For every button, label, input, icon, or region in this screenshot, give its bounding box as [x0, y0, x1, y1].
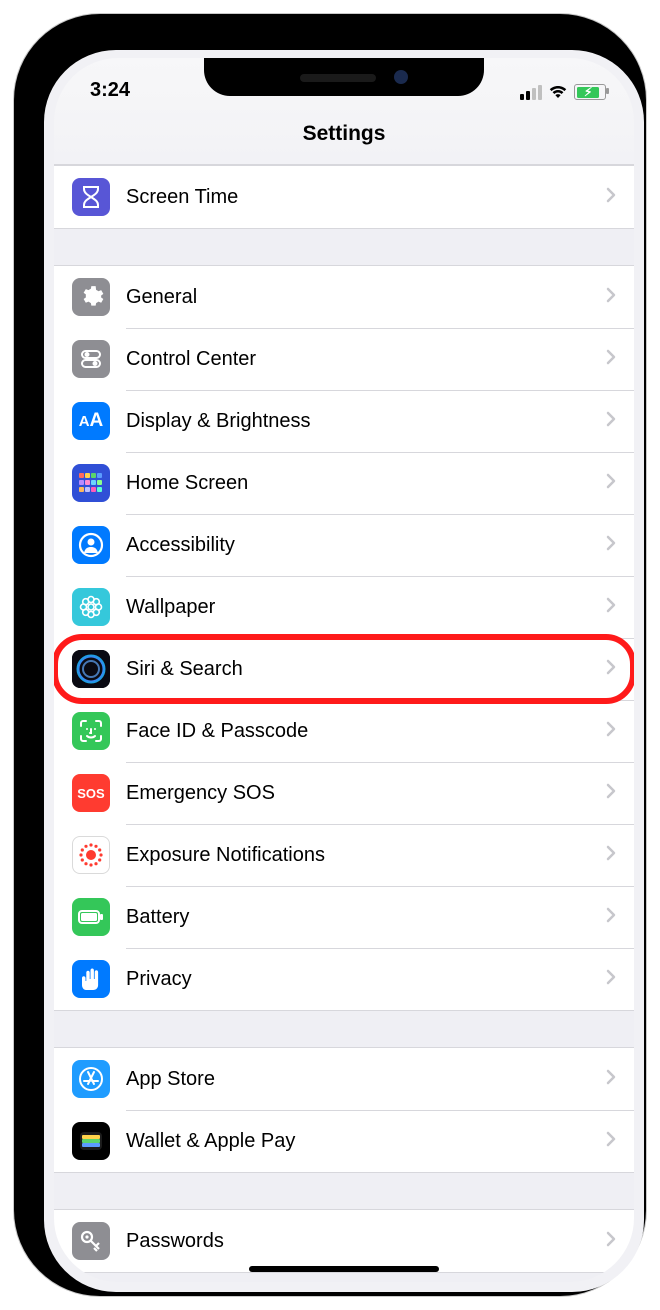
home-indicator[interactable]	[249, 1266, 439, 1272]
row-app-store[interactable]: App Store	[54, 1048, 634, 1110]
notch	[204, 58, 484, 96]
chevron-right-icon	[606, 473, 634, 494]
settings-group: General Control Center AA Display & Brightn…	[54, 265, 634, 1011]
battery-icon: ⚡︎	[574, 84, 606, 100]
chevron-right-icon	[606, 845, 634, 866]
chevron-right-icon	[606, 1131, 634, 1152]
control-center-label: Control Center	[126, 348, 606, 371]
status-time: 3:24	[90, 79, 130, 104]
row-accessibility[interactable]: Accessibility	[54, 514, 634, 576]
row-face-id[interactable]: Face ID & Passcode	[54, 700, 634, 762]
chevron-right-icon	[606, 659, 634, 680]
settings-group: App Store Wallet & Apple Pay	[54, 1047, 634, 1173]
row-exposure[interactable]: Exposure Notifications	[54, 824, 634, 886]
row-general[interactable]: General	[54, 266, 634, 328]
cellular-signal-icon	[520, 85, 542, 100]
settings-group: Screen Time	[54, 165, 634, 229]
emergency-sos-label: Emergency SOS	[126, 782, 606, 805]
row-siri-search[interactable]: Siri & Search	[54, 638, 634, 700]
volume-up-button	[20, 286, 26, 356]
display-label: Display & Brightness	[126, 410, 606, 433]
row-battery[interactable]: Battery	[54, 886, 634, 948]
general-label: General	[126, 286, 606, 309]
wallpaper-icon	[72, 588, 110, 626]
display-icon: AA	[72, 402, 110, 440]
app-store-label: App Store	[126, 1068, 606, 1091]
chevron-right-icon	[606, 969, 634, 990]
chevron-right-icon	[606, 187, 634, 208]
row-passwords[interactable]: Passwords	[54, 1210, 634, 1272]
siri-search-label: Siri & Search	[126, 658, 606, 681]
row-wallet[interactable]: Wallet & Apple Pay	[54, 1110, 634, 1172]
chevron-right-icon	[606, 1231, 634, 1252]
phone-frame: 3:24 ⚡︎ Settings Screen Tim	[14, 14, 646, 1296]
wifi-icon	[548, 85, 568, 99]
settings-list[interactable]: Screen Time General Control Center AA Displa…	[54, 165, 634, 1273]
app-store-icon	[72, 1060, 110, 1098]
emergency-sos-icon: SOS	[72, 774, 110, 812]
privacy-icon	[72, 960, 110, 998]
chevron-right-icon	[606, 349, 634, 370]
screentime-icon	[72, 178, 110, 216]
control-center-icon	[72, 340, 110, 378]
passwords-icon	[72, 1222, 110, 1260]
passwords-label: Passwords	[126, 1230, 606, 1253]
volume-down-button	[20, 374, 26, 444]
privacy-label: Privacy	[126, 968, 606, 991]
row-display[interactable]: AA Display & Brightness	[54, 390, 634, 452]
wallet-icon	[72, 1122, 110, 1160]
home-screen-icon	[72, 464, 110, 502]
wallpaper-label: Wallpaper	[126, 596, 606, 619]
settings-group: Passwords	[54, 1209, 634, 1273]
row-screentime[interactable]: Screen Time	[54, 166, 634, 228]
face-id-icon	[72, 712, 110, 750]
chevron-right-icon	[606, 1069, 634, 1090]
exposure-label: Exposure Notifications	[126, 844, 606, 867]
row-control-center[interactable]: Control Center	[54, 328, 634, 390]
status-icons: ⚡︎	[520, 84, 606, 104]
row-home-screen[interactable]: Home Screen	[54, 452, 634, 514]
chevron-right-icon	[606, 783, 634, 804]
screen: 3:24 ⚡︎ Settings Screen Tim	[54, 58, 634, 1282]
siri-search-icon	[72, 650, 110, 688]
screentime-label: Screen Time	[126, 186, 606, 209]
exposure-icon	[72, 836, 110, 874]
nav-bar: Settings	[54, 104, 634, 165]
accessibility-icon	[72, 526, 110, 564]
battery-icon	[72, 898, 110, 936]
row-wallpaper[interactable]: Wallpaper	[54, 576, 634, 638]
chevron-right-icon	[606, 411, 634, 432]
wallet-label: Wallet & Apple Pay	[126, 1130, 606, 1153]
chevron-right-icon	[606, 907, 634, 928]
battery-label: Battery	[126, 906, 606, 929]
chevron-right-icon	[606, 287, 634, 308]
row-emergency-sos[interactable]: SOS Emergency SOS	[54, 762, 634, 824]
mute-switch	[20, 214, 26, 254]
accessibility-label: Accessibility	[126, 534, 606, 557]
page-title: Settings	[303, 122, 386, 146]
chevron-right-icon	[606, 597, 634, 618]
row-privacy[interactable]: Privacy	[54, 948, 634, 1010]
face-id-label: Face ID & Passcode	[126, 720, 606, 743]
general-icon	[72, 278, 110, 316]
home-screen-label: Home Screen	[126, 472, 606, 495]
chevron-right-icon	[606, 721, 634, 742]
chevron-right-icon	[606, 535, 634, 556]
